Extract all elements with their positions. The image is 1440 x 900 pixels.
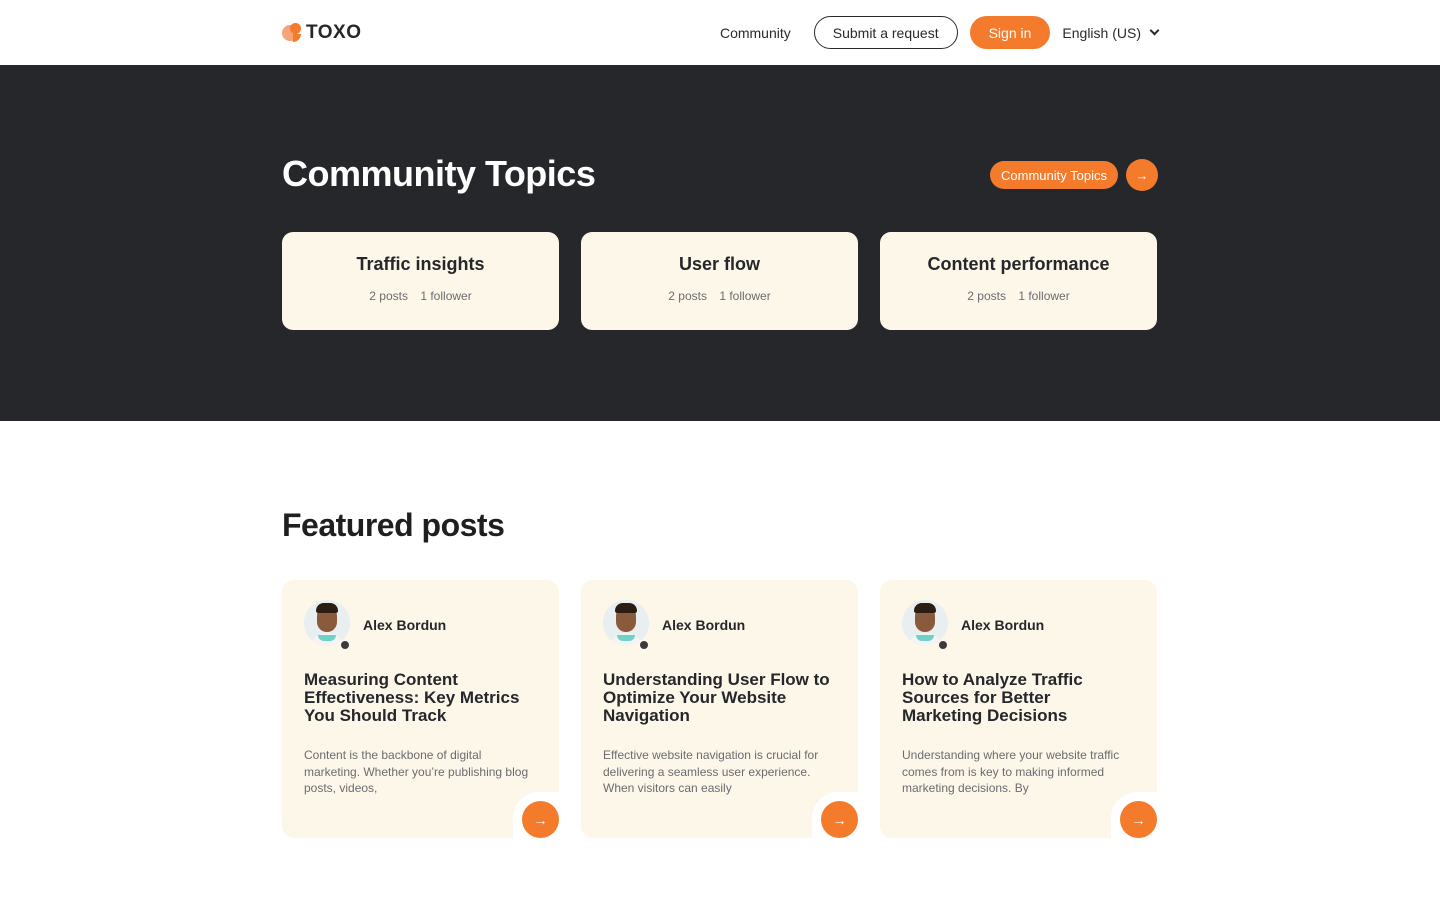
community-topics-section: Community Topics Community Topics → Traf…	[0, 65, 1440, 421]
chevron-down-icon	[1149, 25, 1160, 36]
topic-name: Traffic insights	[356, 254, 485, 274]
language-label: English (US)	[1062, 24, 1141, 41]
post-title[interactable]: How to Analyze Traffic Sources for Bette…	[902, 671, 1135, 725]
user-badge-icon	[339, 639, 351, 651]
topic-card-content-performance[interactable]: Content performance 2 posts 1 follower	[880, 232, 1157, 330]
topic-follower-count: 1 follower	[420, 289, 472, 303]
language-selector[interactable]: English (US)	[1062, 24, 1160, 41]
post-excerpt: Content is the backbone of digital marke…	[304, 748, 529, 795]
topic-post-count: 2 posts	[668, 289, 707, 303]
sign-in-button[interactable]: Sign in	[969, 16, 1051, 49]
user-badge-icon	[638, 639, 650, 651]
post-title[interactable]: Understanding User Flow to Optimize Your…	[603, 671, 836, 725]
logo[interactable]: TOXO	[282, 22, 362, 44]
top-nav: Community Submit a request Sign in Engli…	[720, 16, 1160, 49]
topics-list: Traffic insights 2 posts 1 follower User…	[282, 232, 1157, 330]
arrow-right-icon[interactable]: →	[1126, 159, 1158, 191]
post-title[interactable]: Measuring Content Effectiveness: Key Met…	[304, 671, 537, 725]
topic-card-user-flow[interactable]: User flow 2 posts 1 follower	[581, 232, 858, 330]
avatar	[603, 600, 650, 651]
topic-name: Content performance	[927, 254, 1110, 274]
post-card[interactable]: Alex Bordun Measuring Content Effectiven…	[282, 580, 565, 844]
author-name[interactable]: Alex Bordun	[662, 617, 745, 633]
post-excerpt: Understanding where your website traffic…	[902, 748, 1120, 795]
community-topics-cta: Community Topics →	[990, 159, 1158, 191]
topic-card-traffic-insights[interactable]: Traffic insights 2 posts 1 follower	[282, 232, 559, 330]
arrow-right-icon[interactable]: →	[1120, 801, 1157, 838]
featured-posts-title: Featured posts	[282, 507, 505, 543]
post-author: Alex Bordun	[603, 600, 836, 651]
topic-post-count: 2 posts	[967, 289, 1006, 303]
topic-meta: 2 posts 1 follower	[581, 289, 858, 303]
community-topics-button[interactable]: Community Topics	[990, 161, 1118, 189]
logo-icon	[282, 22, 302, 43]
topic-name: User flow	[678, 254, 761, 274]
featured-posts-list: Alex Bordun Measuring Content Effectiven…	[282, 580, 1163, 844]
community-topics-title: Community Topics	[282, 153, 596, 194]
post-excerpt: Effective website navigation is crucial …	[603, 748, 819, 795]
avatar	[304, 600, 351, 651]
user-badge-icon	[937, 639, 949, 651]
nav-community-link[interactable]: Community	[720, 25, 791, 41]
site-header: TOXO Community Submit a request Sign in …	[0, 0, 1440, 65]
author-name[interactable]: Alex Bordun	[363, 617, 446, 633]
header-inner: TOXO Community Submit a request Sign in …	[282, 0, 1160, 65]
post-card[interactable]: Alex Bordun How to Analyze Traffic Sourc…	[880, 580, 1163, 844]
post-card[interactable]: Alex Bordun Understanding User Flow to O…	[581, 580, 864, 844]
author-name[interactable]: Alex Bordun	[961, 617, 1044, 633]
arrow-right-icon[interactable]: →	[522, 801, 559, 838]
topic-post-count: 2 posts	[369, 289, 408, 303]
featured-posts-section: Featured posts Alex Bordun Measuring Con…	[282, 421, 1163, 900]
topic-meta: 2 posts 1 follower	[880, 289, 1157, 303]
arrow-right-icon[interactable]: →	[821, 801, 858, 838]
topic-meta: 2 posts 1 follower	[282, 289, 559, 303]
avatar	[902, 600, 949, 651]
topic-follower-count: 1 follower	[1018, 289, 1070, 303]
logo-text: TOXO	[306, 21, 362, 43]
topic-follower-count: 1 follower	[719, 289, 771, 303]
post-author: Alex Bordun	[902, 600, 1135, 651]
submit-request-button[interactable]: Submit a request	[813, 16, 958, 49]
post-author: Alex Bordun	[304, 600, 537, 651]
